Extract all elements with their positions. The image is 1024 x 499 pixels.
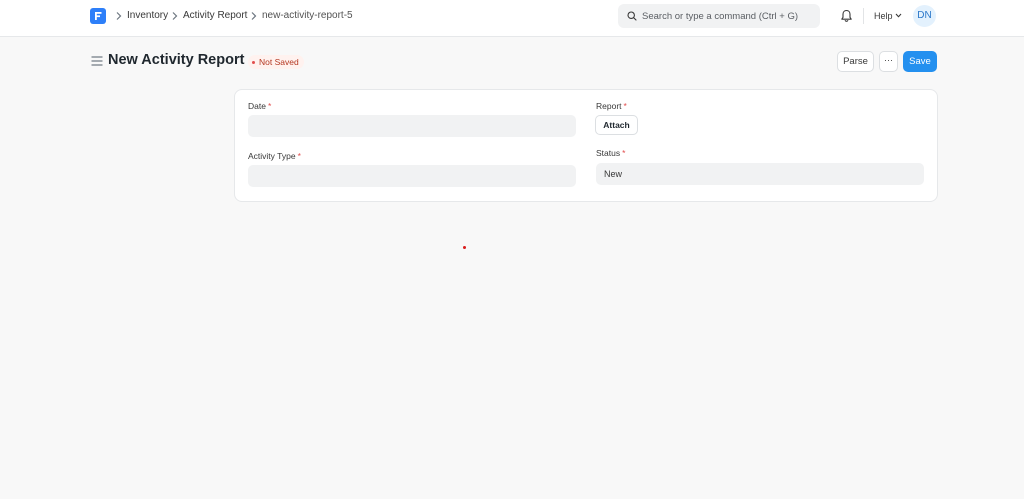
chevron-right-icon — [172, 12, 178, 20]
chevron-down-icon[interactable] — [895, 13, 902, 18]
status-select[interactable]: New — [596, 163, 924, 185]
date-label-text: Date — [248, 101, 266, 111]
search-bar[interactable]: Search or type a command (Ctrl + G) — [618, 4, 820, 28]
report-label-text: Report — [596, 101, 622, 111]
breadcrumb-activity-report[interactable]: Activity Report — [183, 10, 247, 21]
activity-type-field[interactable] — [248, 165, 576, 187]
date-field[interactable] — [248, 115, 576, 137]
chevron-right-icon — [116, 12, 122, 20]
required-mark: * — [297, 151, 301, 161]
page-title: New Activity Report — [108, 52, 245, 68]
breadcrumb-current-document[interactable]: new-activity-report-5 — [262, 10, 353, 21]
navbar: Inventory Activity Report new-activity-r… — [0, 0, 1024, 37]
form-card: Date * Activity Type * Report * Attach Stat… — [234, 89, 938, 202]
activity-type-label: Activity Type * — [248, 151, 301, 161]
more-actions-button[interactable]: ··· — [879, 51, 898, 72]
activity-type-label-text: Activity Type — [248, 151, 296, 161]
date-label: Date * — [248, 101, 271, 111]
parse-button[interactable]: Parse — [837, 51, 874, 72]
menu-icon[interactable] — [91, 56, 103, 66]
required-mark: * — [622, 148, 626, 158]
avatar[interactable]: DN — [913, 5, 936, 27]
help-dropdown[interactable]: Help — [874, 11, 893, 21]
frappe-logo-icon[interactable] — [90, 8, 106, 24]
status-label-text: Status — [596, 148, 621, 158]
required-mark: * — [623, 101, 627, 111]
required-mark: * — [267, 101, 272, 111]
chevron-right-icon — [251, 12, 257, 20]
bell-icon[interactable] — [840, 9, 853, 23]
search-placeholder: Search or type a command (Ctrl + G) — [642, 10, 799, 22]
status-label: Status * — [596, 148, 625, 158]
save-button[interactable]: Save — [903, 51, 937, 72]
navbar-divider — [863, 8, 864, 24]
breadcrumb-inventory[interactable]: Inventory — [127, 10, 168, 21]
report-label: Report * — [596, 101, 627, 111]
search-icon — [627, 11, 637, 21]
attach-button[interactable]: Attach — [595, 115, 638, 135]
status-badge: Not Saved — [248, 55, 304, 69]
stray-dot — [463, 246, 466, 249]
